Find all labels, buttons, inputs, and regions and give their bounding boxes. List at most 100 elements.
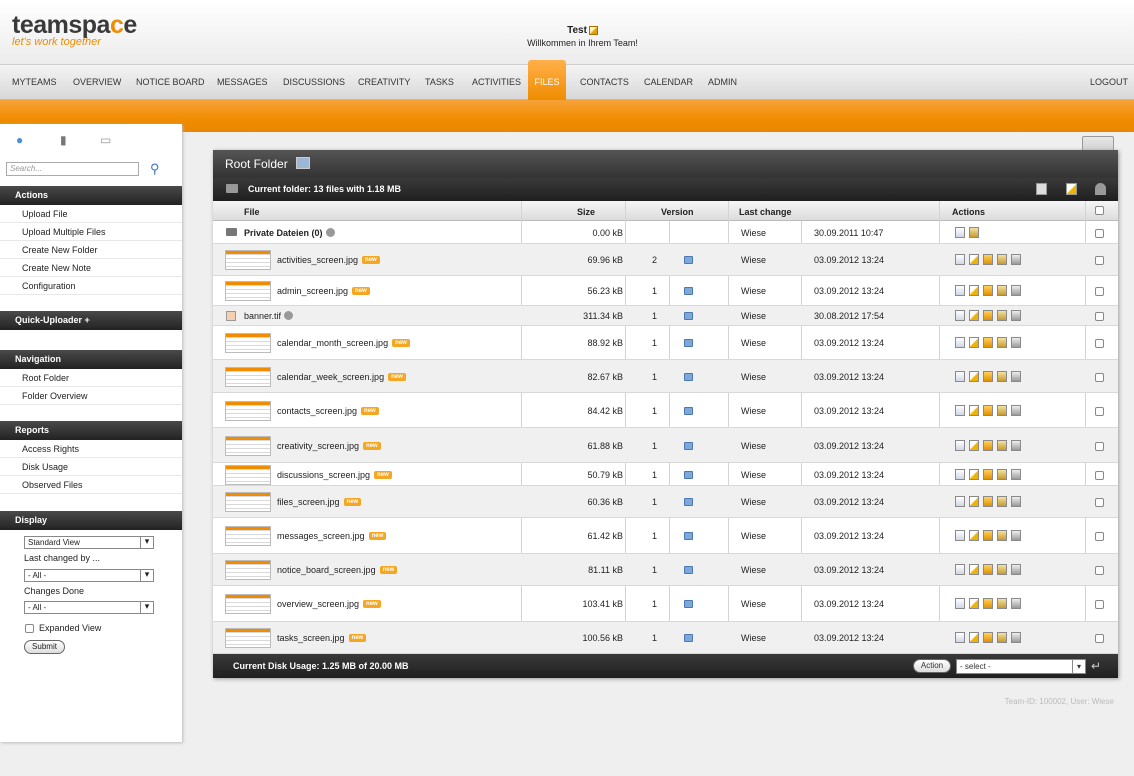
- version-history-icon[interactable]: [684, 407, 693, 415]
- row-checkbox[interactable]: [1095, 532, 1104, 541]
- lock-icon[interactable]: [983, 440, 993, 451]
- file-row[interactable]: banner.tif 311.34 kB 1 Wiese 30.08.2012 17:5…: [213, 306, 1118, 326]
- row-checkbox[interactable]: [1095, 471, 1104, 480]
- file-name[interactable]: files_screen.jpg: [277, 497, 340, 507]
- nav-tasks[interactable]: TASKS: [425, 65, 454, 100]
- file-row[interactable]: calendar_week_screen.jpg new 82.67 kB 1 Wies…: [213, 360, 1118, 393]
- file-thumbnail[interactable]: [225, 492, 271, 512]
- folder-overview-link[interactable]: Folder Overview: [0, 387, 182, 405]
- folder-row[interactable]: Private Dateien (0) 0.00 kB Wiese 30.09.…: [213, 222, 1118, 244]
- file-info-icon[interactable]: [955, 285, 965, 296]
- row-checkbox[interactable]: [1095, 229, 1104, 238]
- file-row[interactable]: tasks_screen.jpg new 100.56 kB 1 Wiese 03.09.…: [213, 622, 1118, 654]
- edit-icon[interactable]: [969, 371, 979, 382]
- file-thumbnail[interactable]: [225, 250, 271, 270]
- lock-icon[interactable]: [983, 310, 993, 321]
- column-size[interactable]: Size: [577, 207, 595, 217]
- nav-admin[interactable]: ADMIN: [708, 65, 737, 100]
- nav-contacts[interactable]: CONTACTS: [580, 65, 629, 100]
- trash-icon[interactable]: [1011, 598, 1021, 609]
- lock-icon[interactable]: [983, 371, 993, 382]
- edit-icon[interactable]: [969, 530, 979, 541]
- file-name[interactable]: banner.tif: [244, 311, 281, 321]
- file-row[interactable]: calendar_month_screen.jpg new 88.92 kB 1 Wie…: [213, 326, 1118, 360]
- trash-icon[interactable]: [1011, 440, 1021, 451]
- file-thumbnail[interactable]: [225, 401, 271, 421]
- file-row[interactable]: creativity_screen.jpg new 61.88 kB 1 Wiese 03…: [213, 428, 1118, 463]
- version-history-icon[interactable]: [684, 373, 693, 381]
- row-checkbox[interactable]: [1095, 339, 1104, 348]
- trash-icon[interactable]: [1011, 632, 1021, 643]
- nav-notice-board[interactable]: NOTICE BOARD: [136, 65, 205, 100]
- file-row[interactable]: activities_screen.jpg new 69.96 kB 2 Wiese 03…: [213, 244, 1118, 276]
- trash-icon[interactable]: [1011, 310, 1021, 321]
- folder-image-icon[interactable]: [296, 157, 310, 169]
- download-icon[interactable]: [997, 371, 1007, 382]
- nav-discussions[interactable]: DISCUSSIONS: [283, 65, 345, 100]
- file-thumbnail[interactable]: [225, 526, 271, 546]
- trash-icon[interactable]: [1011, 564, 1021, 575]
- version-history-icon[interactable]: [684, 442, 693, 450]
- access-rights-link[interactable]: Access Rights: [0, 440, 182, 458]
- row-checkbox[interactable]: [1095, 634, 1104, 643]
- download-icon[interactable]: [997, 598, 1007, 609]
- lock-icon[interactable]: [983, 598, 993, 609]
- lock-icon[interactable]: [983, 564, 993, 575]
- mobile-icon[interactable]: ▮: [60, 133, 67, 147]
- version-history-icon[interactable]: [684, 471, 693, 479]
- download-icon[interactable]: [969, 227, 979, 238]
- lock-icon[interactable]: [983, 405, 993, 416]
- view-select[interactable]: Standard View: [24, 536, 154, 549]
- upload-multiple-files-link[interactable]: Upload Multiple Files: [0, 223, 182, 241]
- row-checkbox[interactable]: [1095, 287, 1104, 296]
- nav-myteams[interactable]: MYTEAMS: [12, 65, 57, 100]
- root-folder-link[interactable]: Root Folder: [0, 369, 182, 387]
- lock-icon[interactable]: [983, 496, 993, 507]
- new-document-icon[interactable]: [1036, 183, 1047, 195]
- enter-arrow-icon[interactable]: ↵: [1091, 659, 1101, 673]
- file-name[interactable]: overview_screen.jpg: [277, 599, 359, 609]
- file-thumbnail[interactable]: [225, 367, 271, 387]
- upload-file-link[interactable]: Upload File: [0, 205, 182, 223]
- file-info-icon[interactable]: [955, 496, 965, 507]
- row-checkbox[interactable]: [1095, 566, 1104, 575]
- row-checkbox[interactable]: [1095, 600, 1104, 609]
- version-history-icon[interactable]: [684, 532, 693, 540]
- download-icon[interactable]: [997, 469, 1007, 480]
- nav-activities[interactable]: ACTIVITIES: [472, 65, 521, 100]
- file-row[interactable]: admin_screen.jpg new 56.23 kB 1 Wiese 03.09.2…: [213, 276, 1118, 306]
- lock-icon[interactable]: [983, 530, 993, 541]
- quick-uploader-heading[interactable]: Quick-Uploader +: [0, 311, 182, 330]
- row-checkbox[interactable]: [1095, 442, 1104, 451]
- lock-icon[interactable]: [983, 254, 993, 265]
- download-icon[interactable]: [997, 310, 1007, 321]
- chat-bubble-icon[interactable]: ●: [16, 133, 23, 147]
- edit-icon[interactable]: [969, 598, 979, 609]
- edit-icon[interactable]: [969, 632, 979, 643]
- file-info-icon[interactable]: [955, 405, 965, 416]
- download-icon[interactable]: [997, 440, 1007, 451]
- file-info-icon[interactable]: [955, 254, 965, 265]
- edit-note-icon[interactable]: [1066, 183, 1077, 195]
- file-name[interactable]: notice_board_screen.jpg: [277, 565, 376, 575]
- version-history-icon[interactable]: [684, 566, 693, 574]
- edit-icon[interactable]: [969, 440, 979, 451]
- file-row[interactable]: discussions_screen.jpg new 50.79 kB 1 Wiese 0…: [213, 463, 1118, 486]
- file-name[interactable]: creativity_screen.jpg: [277, 441, 359, 451]
- search-icon[interactable]: ⚲: [150, 161, 160, 177]
- edit-icon[interactable]: [969, 310, 979, 321]
- file-info-icon[interactable]: [955, 227, 965, 238]
- download-icon[interactable]: [997, 285, 1007, 296]
- row-checkbox[interactable]: [1095, 312, 1104, 321]
- edit-icon[interactable]: [969, 285, 979, 296]
- cloud-icon[interactable]: [1095, 183, 1106, 195]
- trash-icon[interactable]: [1011, 371, 1021, 382]
- file-info-icon[interactable]: [955, 469, 965, 480]
- mail-icon[interactable]: ▭: [100, 133, 111, 147]
- download-icon[interactable]: [997, 564, 1007, 575]
- file-info-icon[interactable]: [955, 440, 965, 451]
- trash-icon[interactable]: [1011, 337, 1021, 348]
- file-name[interactable]: calendar_month_screen.jpg: [277, 338, 388, 348]
- last-changed-select[interactable]: - All -: [24, 569, 154, 582]
- file-name[interactable]: activities_screen.jpg: [277, 255, 358, 265]
